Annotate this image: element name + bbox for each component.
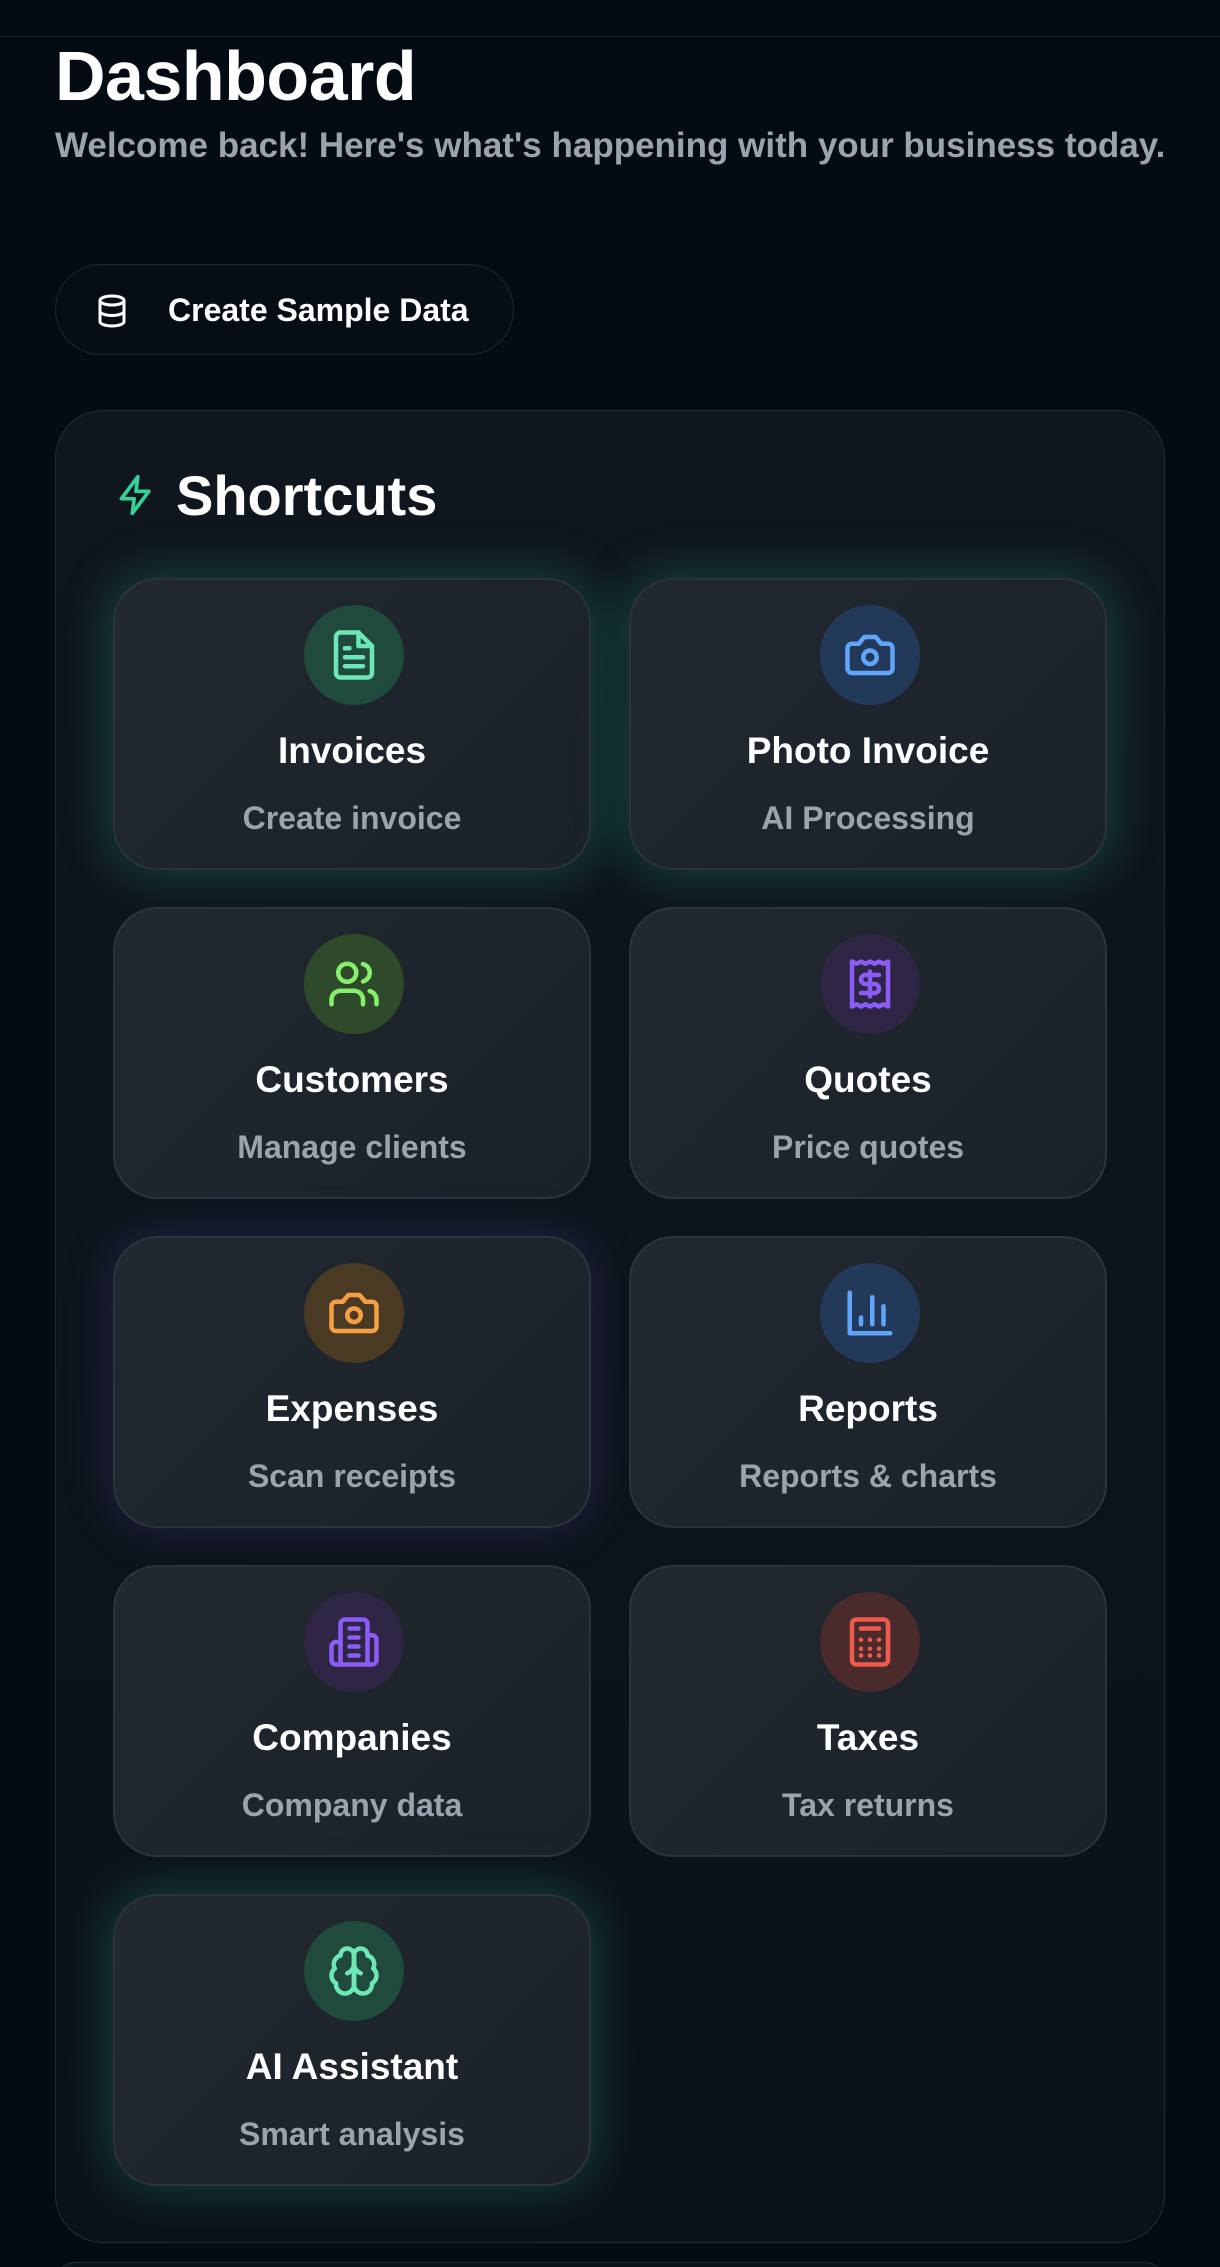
icon-circle [304,1921,404,2021]
shortcut-ai-assistant[interactable]: AI Assistant Smart analysis [113,1894,591,2186]
page-subtitle: Welcome back! Here's what's happening wi… [55,126,1166,165]
zap-icon [119,474,151,516]
shortcut-reports[interactable]: Reports Reports & charts [629,1236,1107,1528]
shortcut-subtitle: Smart analysis [239,2116,465,2152]
shortcut-title: Expenses [265,1388,439,1429]
icon-circle [304,1263,404,1363]
page-title: Dashboard [55,37,417,115]
shortcut-subtitle: Manage clients [237,1129,467,1165]
shortcut-title: Taxes [816,1717,920,1758]
icon-circle [820,605,920,705]
shortcut-subtitle: AI Processing [761,800,975,836]
database-icon [98,294,126,328]
shortcut-subtitle: Scan receipts [247,1458,457,1494]
receipt-icon [849,959,891,1009]
shortcut-companies[interactable]: Companies Company data [113,1565,591,1857]
shortcut-title: Photo Invoice [746,730,990,771]
icon-circle [820,1592,920,1692]
shortcuts-title: Shortcuts [176,464,438,527]
file-text-icon [333,630,375,680]
create-sample-data-label: Create Sample Data [168,292,469,328]
shortcut-subtitle: Create invoice [242,800,462,836]
icon-circle [304,934,404,1034]
shortcut-customers[interactable]: Customers Manage clients [113,907,591,1199]
shortcut-invoices[interactable]: Invoices Create invoice [113,578,591,870]
shortcut-subtitle: Price quotes [771,1129,965,1165]
shortcut-taxes[interactable]: Taxes Tax returns [629,1565,1107,1857]
building-icon [329,1617,379,1667]
shortcut-title: Reports [798,1388,938,1429]
icon-circle [820,934,920,1034]
camera-icon [845,634,895,676]
shortcut-title: Invoices [277,730,427,771]
brain-icon [329,1946,379,1996]
shortcut-subtitle: Tax returns [782,1787,954,1823]
shortcut-expenses[interactable]: Expenses Scan receipts [113,1236,591,1528]
shortcut-title: AI Assistant [245,2046,459,2087]
shortcut-quotes[interactable]: Quotes Price quotes [629,907,1107,1199]
camera-icon [329,1292,379,1334]
shortcut-photo-invoice[interactable]: Photo Invoice AI Processing [629,578,1107,870]
icon-circle [820,1263,920,1363]
shortcut-subtitle: Reports & charts [739,1458,997,1494]
shortcut-title: Customers [255,1059,449,1100]
icon-circle [304,1592,404,1692]
icon-circle [304,605,404,705]
bar-chart-icon [847,1290,893,1336]
shortcut-title: Companies [252,1717,452,1758]
shortcuts-panel: Shortcuts Invoices Create invoice Photo … [55,410,1165,2243]
create-sample-data-button[interactable]: Create Sample Data [55,264,514,355]
calculator-icon [849,1617,891,1667]
shortcut-title: Quotes [804,1059,932,1100]
shortcut-subtitle: Company data [241,1787,463,1823]
next-section-edge [55,2262,1165,2267]
users-icon [329,961,379,1007]
